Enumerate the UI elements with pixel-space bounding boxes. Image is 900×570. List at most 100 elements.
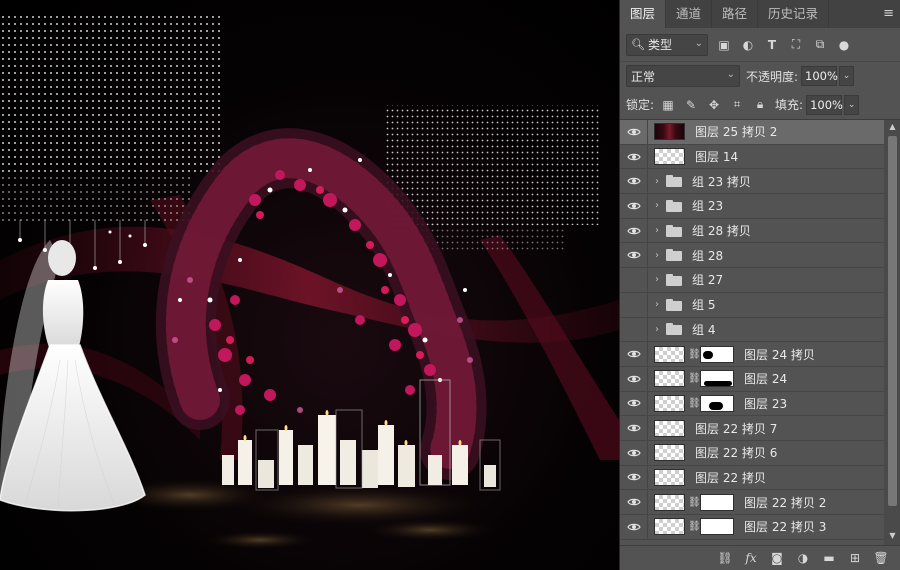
layer-name[interactable]: 图层 25 拷贝 2 — [695, 123, 777, 140]
layer-row[interactable]: › 组 5 — [620, 292, 884, 318]
layer-row[interactable]: ⛓ 图层 23 — [620, 391, 884, 417]
visibility-eye-icon[interactable] — [620, 416, 648, 440]
layer-row[interactable]: ⛓ 图层 24 — [620, 366, 884, 392]
layer-name[interactable]: 图层 22 拷贝 7 — [695, 420, 777, 437]
filter-pixel-icon[interactable]: ▣ — [716, 37, 732, 53]
visibility-off-toggle[interactable] — [620, 292, 648, 317]
layer-name[interactable]: 图层 23 — [744, 395, 787, 412]
layer-row[interactable]: › 组 23 — [620, 194, 884, 219]
visibility-eye-icon[interactable] — [620, 440, 648, 465]
scroll-up-icon[interactable]: ▲ — [884, 122, 900, 134]
filter-type-icon[interactable]: T — [764, 37, 780, 53]
scroll-down-icon[interactable]: ▼ — [884, 531, 900, 543]
layer-name[interactable]: 组 27 — [692, 271, 723, 288]
lock-transparent-pixels-icon[interactable]: ▦ — [659, 98, 677, 112]
filter-shape-icon[interactable]: ⛶ — [788, 37, 804, 53]
tab-channels[interactable]: 通道 — [666, 0, 713, 28]
new-group-icon[interactable]: ▬ — [819, 548, 839, 568]
layer-name[interactable]: 组 5 — [692, 296, 715, 313]
fill-chevron-icon[interactable]: ⌄ — [844, 94, 860, 115]
tab-history[interactable]: 历史记录 — [758, 0, 830, 28]
layer-row[interactable]: ⛓ 图层 24 拷贝 — [620, 342, 884, 367]
mask-link-icon[interactable]: ⛓ — [688, 349, 701, 360]
layer-row[interactable]: 图层 14 — [620, 144, 884, 170]
expand-chevron-icon[interactable]: › — [652, 225, 662, 236]
tab-paths[interactable]: 路径 — [712, 0, 759, 28]
document-canvas[interactable] — [0, 0, 619, 570]
expand-chevron-icon[interactable]: › — [652, 324, 662, 335]
layer-name[interactable]: 图层 14 — [695, 148, 738, 165]
visibility-eye-icon[interactable] — [620, 391, 648, 416]
visibility-off-toggle[interactable] — [620, 317, 648, 342]
layer-name[interactable]: 组 28 拷贝 — [692, 222, 751, 239]
layer-row[interactable]: ⛓ 图层 22 拷贝 2 — [620, 490, 884, 515]
lock-position-icon[interactable]: ✥ — [705, 98, 723, 112]
layer-row[interactable]: 图层 22 拷贝 — [620, 465, 884, 491]
expand-chevron-icon[interactable]: › — [652, 250, 662, 261]
visibility-eye-icon[interactable] — [620, 342, 648, 366]
panel-menu-icon[interactable]: ≡ — [883, 0, 894, 28]
filter-adjustment-icon[interactable]: ◐ — [740, 37, 756, 53]
visibility-eye-icon[interactable] — [620, 490, 648, 514]
layer-mask-thumbnail[interactable] — [700, 518, 734, 536]
mask-link-icon[interactable]: ⛓ — [688, 373, 701, 384]
fx-icon[interactable]: fx — [741, 548, 761, 568]
visibility-eye-icon[interactable] — [620, 144, 648, 169]
mask-link-icon[interactable]: ⛓ — [688, 398, 701, 409]
scrollbar-thumb[interactable] — [888, 136, 897, 506]
expand-chevron-icon[interactable]: › — [652, 274, 662, 285]
layer-row[interactable]: › 组 27 — [620, 268, 884, 293]
layer-name[interactable]: 组 4 — [692, 321, 715, 338]
lock-artboard-icon[interactable]: ⌗ — [728, 97, 746, 112]
adjustment-icon[interactable]: ◑ — [793, 548, 813, 568]
layer-name[interactable]: 图层 24 — [744, 370, 787, 387]
layer-row[interactable]: 图层 25 拷贝 2 — [620, 120, 884, 145]
layer-name[interactable]: 图层 24 拷贝 — [744, 346, 815, 363]
filter-toggle-icon[interactable]: ● — [836, 37, 852, 53]
link-icon[interactable]: ⛓ — [715, 548, 735, 568]
visibility-eye-icon[interactable] — [620, 120, 648, 144]
visibility-eye-icon[interactable] — [620, 243, 648, 268]
layers-scrollbar[interactable]: ▲ ▼ — [884, 120, 900, 545]
visibility-eye-icon[interactable] — [620, 218, 648, 243]
lock-image-pixels-icon[interactable]: ✎ — [682, 98, 700, 112]
layer-row[interactable]: ⛓ 图层 22 拷贝 3 — [620, 515, 884, 540]
expand-chevron-icon[interactable]: › — [652, 299, 662, 310]
add-mask-icon[interactable]: ◙ — [767, 548, 787, 568]
layer-name[interactable]: 图层 22 拷贝 6 — [695, 444, 777, 461]
visibility-eye-icon[interactable] — [620, 366, 648, 391]
layer-row[interactable]: › 组 28 — [620, 243, 884, 269]
layer-name[interactable]: 组 23 — [692, 197, 723, 214]
visibility-eye-icon[interactable] — [620, 515, 648, 539]
filter-type-dropdown[interactable]: 🔍︎ 类型 ⌄ — [626, 33, 708, 56]
visibility-eye-icon[interactable] — [620, 169, 648, 194]
opacity-chevron-icon[interactable]: ⌄ — [839, 66, 855, 86]
layer-name[interactable]: 组 23 拷贝 — [692, 173, 751, 190]
fill-input[interactable]: 100% — [806, 94, 843, 115]
visibility-eye-icon[interactable] — [620, 194, 648, 218]
layer-mask-thumbnail[interactable] — [700, 493, 734, 511]
layer-row[interactable]: › 组 4 — [620, 317, 884, 343]
visibility-off-toggle[interactable] — [620, 268, 648, 292]
mask-link-icon[interactable]: ⛓ — [688, 521, 701, 532]
expand-chevron-icon[interactable]: › — [652, 176, 662, 187]
layer-row[interactable]: › 组 28 拷贝 — [620, 218, 884, 244]
layer-name[interactable]: 图层 22 拷贝 2 — [744, 494, 826, 511]
tab-layers[interactable]: 图层 — [620, 0, 667, 28]
layer-mask-thumbnail[interactable] — [700, 370, 734, 388]
opacity-input[interactable]: 100% — [801, 66, 838, 86]
mask-link-icon[interactable]: ⛓ — [688, 497, 701, 508]
layer-name[interactable]: 图层 22 拷贝 — [695, 469, 766, 486]
layer-mask-thumbnail[interactable] — [700, 345, 734, 363]
expand-chevron-icon[interactable]: › — [652, 200, 662, 211]
layer-row[interactable]: › 组 23 拷贝 — [620, 169, 884, 195]
layer-mask-thumbnail[interactable] — [700, 394, 734, 412]
filter-smart-object-icon[interactable]: ⧉ — [812, 37, 828, 53]
layer-name[interactable]: 图层 22 拷贝 3 — [744, 518, 826, 535]
layer-name[interactable]: 组 28 — [692, 247, 723, 264]
layer-row[interactable]: 图层 22 拷贝 7 — [620, 416, 884, 441]
layer-row[interactable]: 图层 22 拷贝 6 — [620, 440, 884, 466]
blend-mode-dropdown[interactable]: 正常 ⌄ — [626, 65, 740, 87]
visibility-eye-icon[interactable] — [620, 465, 648, 490]
new-layer-icon[interactable]: ⊞ — [845, 548, 865, 568]
